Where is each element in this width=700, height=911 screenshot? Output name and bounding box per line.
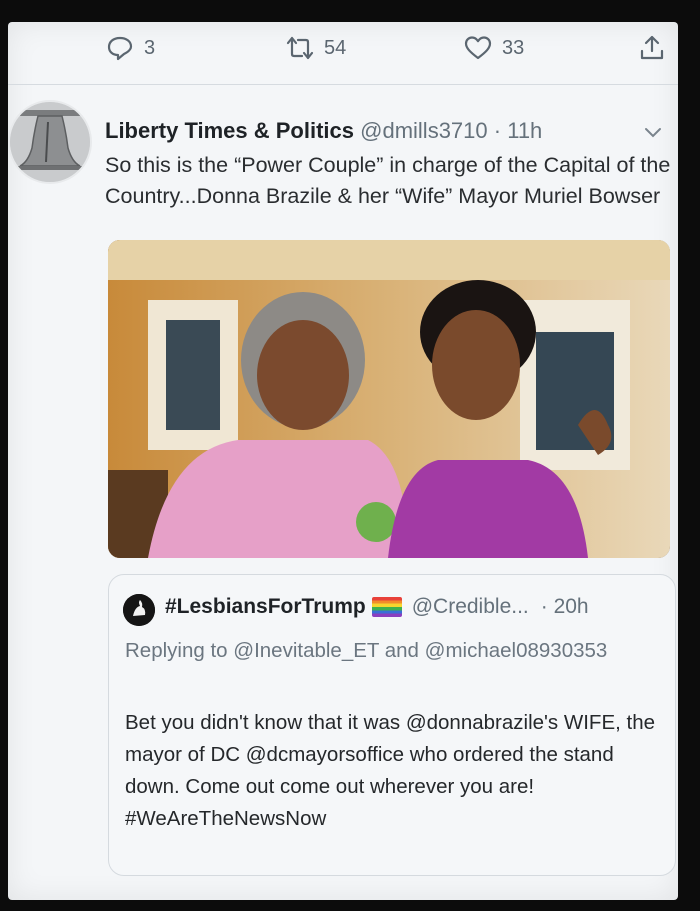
reply-button[interactable]: 3 (106, 34, 155, 62)
tweet-text: So this is the “Power Couple” in charge … (105, 153, 671, 208)
author-handle[interactable]: @dmills3710 (360, 118, 488, 143)
tweet-photo[interactable] (108, 240, 670, 558)
reply-count: 3 (144, 36, 156, 59)
author-avatar[interactable] (8, 100, 92, 184)
tweet-screen: 3 54 33 Liberty Times & Politics @dmills… (8, 22, 678, 900)
liberty-bell-icon (10, 102, 90, 182)
reply-icon (107, 36, 133, 61)
tweet-time[interactable]: 11h (507, 118, 542, 143)
retweet-count: 54 (324, 36, 347, 59)
tweet-action-bar: 3 54 33 (8, 22, 678, 85)
tweet-header: Liberty Times & Politics @dmills3710 · 1… (105, 118, 664, 144)
like-button[interactable]: 33 (464, 34, 524, 62)
replying-to-line[interactable]: Replying to @Inevitable_ET and @michael0… (125, 635, 665, 667)
photo-illustration (108, 240, 670, 558)
quoted-tweet-text: Bet you didn't know that it was @donnabr… (125, 711, 656, 830)
separator-dot: · (493, 118, 502, 143)
quoted-author-handle[interactable]: @Credible... (412, 595, 529, 619)
rabbit-icon (123, 594, 155, 626)
like-count: 33 (502, 36, 525, 59)
quoted-tweet-header: #LesbiansForTrump @Credible... · 20h (165, 595, 665, 619)
author-name[interactable]: Liberty Times & Politics (105, 118, 354, 143)
retweet-button[interactable]: 54 (286, 34, 346, 62)
heart-icon (464, 36, 492, 60)
quoted-author-avatar[interactable] (123, 594, 155, 626)
quoted-tweet-time[interactable]: · 20h (541, 595, 589, 619)
quoted-author-name[interactable]: #LesbiansForTrump (165, 595, 366, 619)
retweet-icon (286, 36, 314, 60)
share-icon (640, 35, 664, 60)
chevron-down-icon[interactable] (644, 126, 662, 140)
share-button[interactable] (638, 34, 666, 62)
quoted-tweet[interactable]: #LesbiansForTrump @Credible... · 20h Rep… (108, 574, 676, 876)
rainbow-flag-icon (371, 597, 402, 617)
